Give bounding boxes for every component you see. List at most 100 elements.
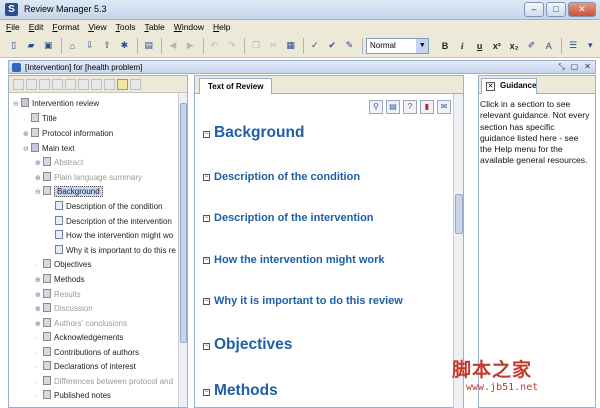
tab-guidance[interactable]: ✕ Guidance (481, 78, 537, 94)
close-icon[interactable]: ✕ (584, 62, 591, 72)
spellcheck-options-icon[interactable]: ✔ (324, 38, 339, 54)
outline-paste-icon[interactable] (39, 78, 50, 90)
tree-item[interactable]: ⊕ Protocol information (23, 127, 113, 141)
home-icon[interactable]: ⌂ (65, 38, 80, 54)
move-up-icon[interactable] (78, 78, 89, 90)
subsection-heading[interactable]: − Description of the intervention (203, 212, 374, 224)
paragraph-style-select[interactable]: Normal ▼ (366, 37, 430, 54)
collapse-icon[interactable]: − (203, 131, 210, 138)
outline-edit-icon[interactable] (104, 78, 115, 90)
expand-toggle-icon[interactable]: ⊕ (35, 172, 43, 186)
collapse-icon[interactable]: − (203, 257, 210, 264)
tree-item[interactable]: · Declarations of interest (35, 360, 136, 374)
tab-text-of-review[interactable]: Text of Review (199, 78, 273, 94)
upload-icon[interactable]: ⇧ (99, 38, 114, 54)
print-icon[interactable]: ▤ (141, 38, 156, 54)
minimize-button[interactable]: – (524, 2, 544, 17)
expand-toggle-icon[interactable]: ⊖ (35, 186, 43, 200)
collapse-icon[interactable]: − (203, 343, 210, 350)
tree-item[interactable]: Why it is important to do this re (55, 244, 176, 258)
close-icon[interactable]: ✕ (486, 82, 495, 91)
expand-toggle-icon[interactable]: ⊕ (35, 289, 43, 303)
tree-item[interactable]: ⊕ Methods (35, 273, 85, 287)
expand-toggle-icon[interactable]: ⊕ (35, 274, 43, 288)
chevron-down-icon[interactable] (130, 78, 141, 90)
collapse-icon[interactable]: − (203, 389, 210, 396)
text-color-icon[interactable]: A (541, 38, 556, 54)
outline-scrollbar[interactable] (178, 93, 187, 407)
download-icon[interactable]: ⇩ (82, 38, 97, 54)
menu-file[interactable]: File (6, 20, 20, 34)
bullet-list-icon[interactable]: ☰ (565, 38, 580, 54)
redo-icon[interactable]: ↷ (224, 38, 239, 54)
tree-item[interactable]: ⊕ Abstract (35, 156, 83, 170)
comments-icon[interactable]: ✉ (437, 100, 451, 114)
notes-icon[interactable]: ▤ (386, 100, 400, 114)
tree-item[interactable]: Description of the intervention (55, 215, 172, 229)
tree-item[interactable]: How the intervention might wo (55, 229, 173, 243)
tree-item[interactable]: · Contributions of authors (35, 346, 139, 360)
forward-arrow-icon[interactable]: ▶ (183, 38, 198, 54)
tree-item[interactable]: ⊖ Intervention review (13, 97, 99, 111)
tree-item[interactable]: · Published notes (35, 389, 111, 403)
tree-item[interactable]: ⊕ Results (35, 288, 81, 302)
scrollbar-thumb[interactable] (455, 194, 463, 234)
section-heading[interactable]: − Background (203, 124, 304, 142)
outline-new-icon[interactable] (13, 78, 24, 90)
move-down-icon[interactable] (91, 78, 102, 90)
tree-item[interactable]: ⊖ Main text (23, 142, 74, 156)
tree-item[interactable]: ⊕ Discussion (35, 302, 93, 316)
maximize-button[interactable]: □ (546, 2, 566, 17)
link-icon[interactable]: ⚲ (369, 100, 383, 114)
subsection-heading[interactable]: − How the intervention might work (203, 254, 385, 266)
italic-button[interactable]: i (455, 38, 470, 54)
tree-item[interactable]: · Title (23, 112, 57, 126)
expand-toggle-icon[interactable]: ⊕ (23, 128, 31, 142)
maximize-icon[interactable]: ▢ (571, 62, 579, 72)
section-heading[interactable]: − Objectives (203, 336, 292, 354)
help-icon[interactable]: ? (403, 100, 417, 114)
tree-item[interactable]: · Objectives (35, 258, 91, 272)
open-folder-icon[interactable]: ▰ (23, 38, 38, 54)
settings-icon[interactable]: ✱ (117, 38, 132, 54)
expand-toggle-icon[interactable]: ⊖ (23, 143, 31, 157)
new-file-icon[interactable]: ▯ (6, 38, 21, 54)
menu-help[interactable]: Help (213, 20, 230, 34)
outline-properties-icon[interactable] (117, 78, 128, 90)
subsection-heading[interactable]: − Why it is important to do this review (203, 295, 403, 307)
close-button[interactable]: ✕ (568, 2, 596, 17)
spellcheck-icon[interactable]: ✓ (307, 38, 322, 54)
expand-toggle-icon[interactable]: ⊕ (35, 303, 43, 317)
list-dropdown-icon[interactable]: ▾ (583, 38, 598, 54)
paste-icon[interactable]: ▦ (283, 38, 298, 54)
book-icon[interactable]: ▮ (420, 100, 434, 114)
copy-icon[interactable]: ❐ (248, 38, 263, 54)
superscript-button[interactable]: x² (489, 38, 504, 54)
tree-item[interactable]: Description of the condition (55, 200, 163, 214)
menu-edit[interactable]: Edit (29, 20, 44, 34)
tree-item[interactable]: ⊕ Authors' conclusions (35, 317, 127, 331)
subscript-button[interactable]: x₂ (507, 38, 522, 54)
outline-rename-icon[interactable] (65, 78, 76, 90)
highlight-icon[interactable]: ✐ (524, 38, 539, 54)
restore-icon[interactable]: ⤡ (558, 62, 564, 72)
collapse-icon[interactable]: − (203, 298, 210, 305)
tree-item[interactable]: ⊕ Plain language summary (35, 171, 142, 185)
subsection-heading[interactable]: − Description of the condition (203, 171, 360, 183)
expand-toggle-icon[interactable]: ⊕ (35, 318, 43, 332)
menu-table[interactable]: Table (144, 20, 164, 34)
menu-view[interactable]: View (88, 20, 106, 34)
undo-icon[interactable]: ↶ (207, 38, 222, 54)
save-icon[interactable]: ▣ (41, 38, 56, 54)
expand-toggle-icon[interactable]: ⊕ (35, 157, 43, 171)
outline-copy-icon[interactable] (26, 78, 37, 90)
back-arrow-icon[interactable]: ◀ (165, 38, 180, 54)
collapse-icon[interactable]: − (203, 215, 210, 222)
scrollbar-thumb[interactable] (180, 103, 187, 343)
expand-toggle-icon[interactable]: ⊖ (13, 98, 21, 112)
bold-button[interactable]: B (437, 38, 452, 54)
tree-item[interactable]: · Differences between protocol and (35, 375, 173, 389)
menu-tools[interactable]: Tools (116, 20, 136, 34)
collapse-icon[interactable]: − (203, 174, 210, 181)
tree-item-selected[interactable]: ⊖ Background (35, 185, 103, 199)
